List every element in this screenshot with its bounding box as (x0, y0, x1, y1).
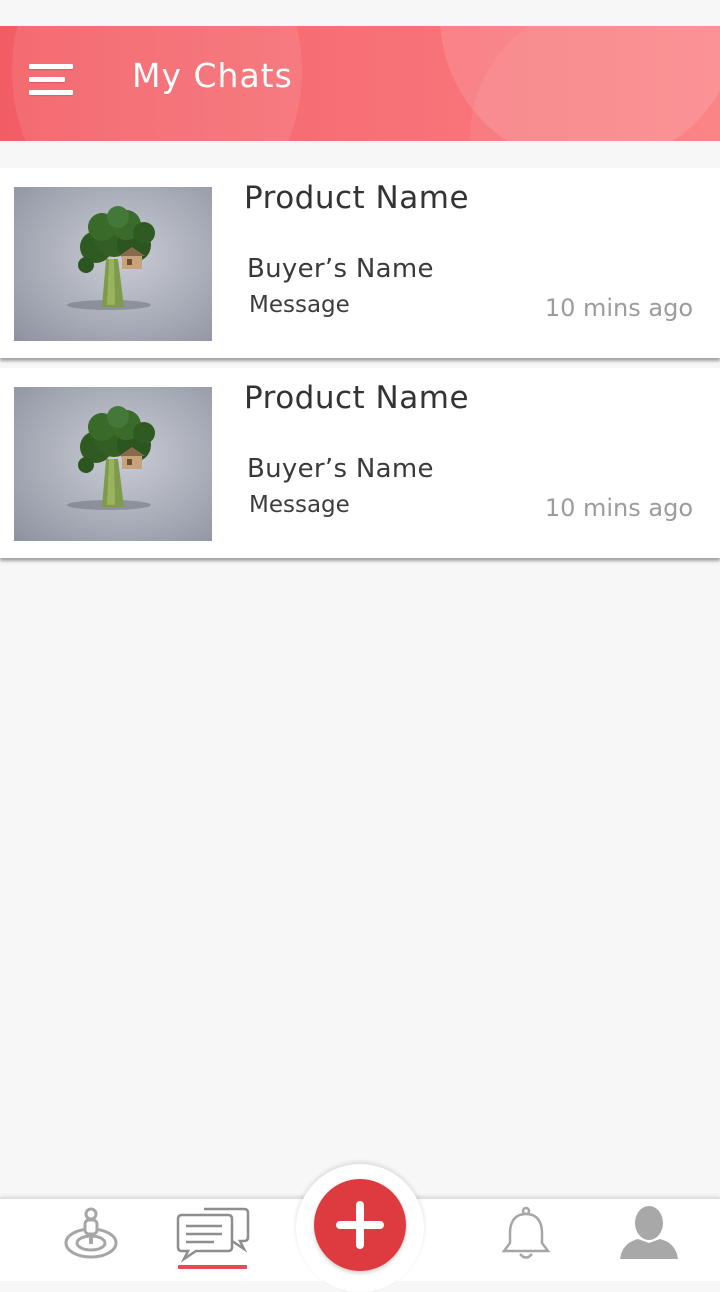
hamburger-menu-icon[interactable] (29, 64, 73, 100)
message-preview: Message (249, 292, 350, 318)
product-thumbnail (14, 387, 212, 541)
message-preview: Message (249, 492, 350, 518)
chat-list-item[interactable]: Product Name Buyer’s Name Message 10 min… (0, 368, 720, 558)
timestamp: 10 mins ago (544, 294, 693, 322)
app-header: My Chats (0, 26, 720, 141)
chat-list-item[interactable]: Product Name Buyer’s Name Message 10 min… (0, 168, 720, 358)
nav-discover-button[interactable] (60, 1199, 122, 1281)
product-thumbnail (14, 187, 212, 341)
product-name: Product Name (244, 380, 470, 416)
user-profile-icon (620, 1206, 678, 1259)
nav-profile-button[interactable] (614, 1199, 684, 1281)
page-title: My Chats (132, 56, 293, 95)
location-pin-icon (64, 1207, 118, 1259)
nav-notifications-button[interactable] (496, 1199, 556, 1281)
bell-icon (501, 1206, 551, 1259)
buyer-name: Buyer’s Name (247, 254, 434, 284)
timestamp: 10 mins ago (544, 494, 693, 522)
header-decoration (470, 26, 720, 141)
product-name: Product Name (244, 180, 470, 216)
buyer-name: Buyer’s Name (247, 454, 434, 484)
add-button[interactable] (314, 1179, 406, 1271)
active-tab-indicator (178, 1265, 247, 1269)
